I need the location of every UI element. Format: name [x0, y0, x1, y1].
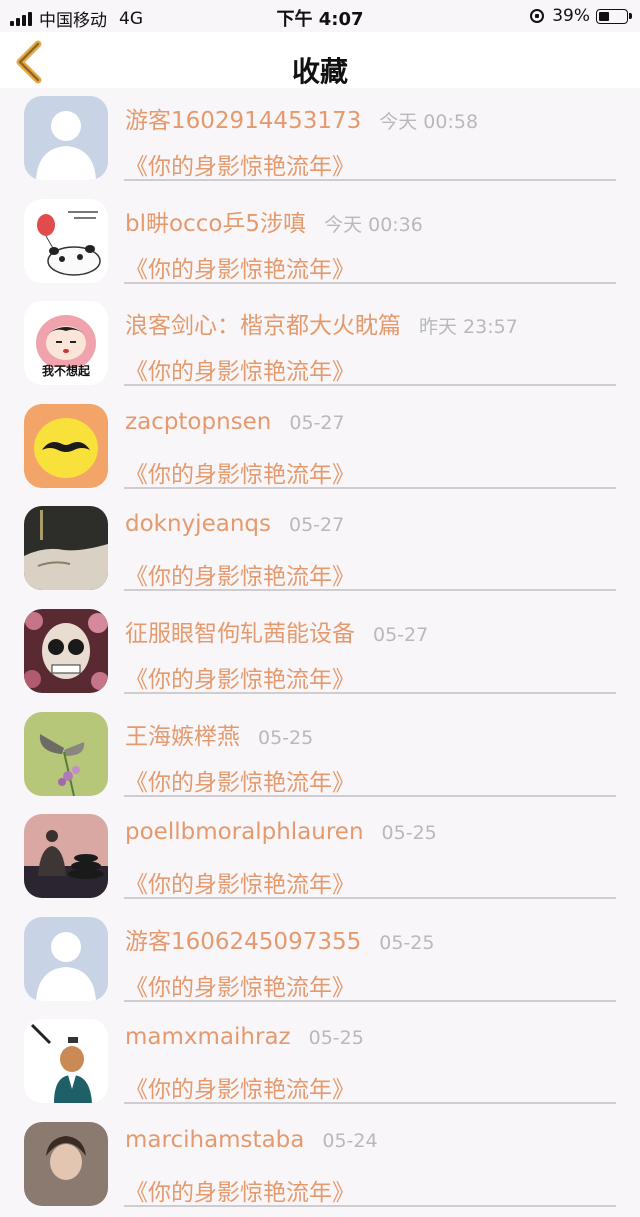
avatar[interactable]: [24, 608, 108, 693]
name-line: bl畊occo乒5涉嗔 今天 00:36: [125, 204, 423, 238]
timestamp: 05-25: [381, 822, 437, 845]
user-name[interactable]: 征服眼智佝轧茜能设备: [125, 614, 355, 648]
orientation-lock-icon: [530, 9, 545, 23]
user-name[interactable]: doknyjeanqs: [125, 511, 271, 537]
timestamp: 05-27: [288, 514, 345, 537]
list-item[interactable]: doknyjeanqs 05-27 《你的身影惊艳流年》: [0, 498, 640, 601]
portrait-avatar: [24, 1121, 108, 1206]
name-line: zacptopnsen 05-27: [125, 409, 345, 435]
favorite-title-link[interactable]: 《你的身影惊艳流年》: [125, 250, 355, 284]
user-name[interactable]: 游客1602914453173: [125, 101, 361, 135]
status-right: 39%: [530, 6, 632, 26]
favorite-title-link[interactable]: 《你的身影惊艳流年》: [125, 455, 355, 489]
avatar[interactable]: [24, 1121, 108, 1206]
list-item[interactable]: poellbmoralphlauren 05-25 《你的身影惊艳流年》: [0, 806, 640, 909]
list-item[interactable]: mamxmaihraz 05-25 《你的身影惊艳流年》: [0, 1011, 640, 1114]
list-item[interactable]: bl畊occo乒5涉嗔 今天 00:36 《你的身影惊艳流年》: [0, 191, 640, 294]
name-line: 征服眼智佝轧茜能设备 05-27: [125, 614, 428, 648]
avatar[interactable]: [24, 1019, 108, 1104]
name-line: poellbmoralphlauren 05-25: [125, 819, 437, 845]
buddha-zen-avatar: [24, 814, 108, 899]
favorite-title-link[interactable]: 《你的身影惊艳流年》: [125, 763, 355, 797]
divider: [124, 794, 616, 797]
battery-icon: [596, 8, 632, 24]
avatar[interactable]: [24, 198, 108, 283]
divider: [124, 1102, 616, 1105]
user-name[interactable]: marcihamstaba: [125, 1127, 304, 1153]
butterfly-avatar: [24, 711, 108, 796]
panda-balloon-avatar: [24, 198, 108, 283]
page-title: 收藏: [291, 55, 348, 88]
avatar-caption: 我不想起: [41, 364, 90, 379]
name-line: 浪客剑心：楷京都大火眈篇 昨天 23:57: [125, 306, 518, 340]
avatar[interactable]: [24, 711, 108, 796]
favorite-title-link[interactable]: 《你的身影惊艳流年》: [125, 968, 355, 1002]
divider: [124, 179, 616, 181]
timestamp: 05-27: [289, 411, 345, 434]
default-avatar-icon: [24, 916, 108, 1001]
divider: [124, 897, 616, 900]
user-name[interactable]: zacptopnsen: [125, 409, 271, 435]
timestamp: 今天 00:58: [379, 111, 479, 133]
divider: [124, 589, 616, 592]
user-name[interactable]: mamxmaihraz: [125, 1024, 291, 1050]
name-line: marcihamstaba 05-24: [125, 1127, 378, 1153]
timestamp: 昨天 23:57: [419, 316, 518, 339]
divider: [124, 1204, 616, 1207]
favorite-title-link[interactable]: 《你的身影惊艳流年》: [125, 660, 355, 694]
divider: [124, 999, 616, 1002]
timestamp: 05-25: [258, 726, 314, 749]
timestamp: 今天 00:36: [324, 213, 423, 236]
timestamp: 05-25: [308, 1027, 364, 1050]
user-name[interactable]: 游客1606245097355: [125, 922, 361, 956]
cartoon-man-avatar: [24, 1019, 108, 1104]
favorite-title-link[interactable]: 《你的身影惊艳流年》: [125, 1070, 355, 1104]
timestamp: 05-27: [373, 623, 429, 646]
name-line: 游客1606245097355 05-25: [125, 922, 434, 956]
avatar[interactable]: [24, 96, 108, 180]
list-item[interactable]: 我不想起 浪客剑心：楷京都大火眈篇 昨天 23:57 《你的身影惊艳流年》: [0, 293, 640, 396]
user-name[interactable]: bl畊occo乒5涉嗔: [125, 204, 306, 238]
divider: [124, 384, 616, 387]
favorite-title-link[interactable]: 《你的身影惊艳流年》: [125, 352, 355, 386]
divider: [124, 691, 616, 694]
battery-percent: 39%: [552, 6, 590, 26]
divider: [124, 281, 616, 284]
favorite-title-link[interactable]: 《你的身影惊艳流年》: [125, 557, 355, 591]
user-name[interactable]: 浪客剑心：楷京都大火眈篇: [125, 306, 401, 340]
lemon-mustache-avatar: [24, 403, 108, 488]
favorite-title-link[interactable]: 《你的身影惊艳流年》: [125, 147, 355, 181]
list-item[interactable]: 王海嫉榉燕 05-25 《你的身影惊艳流年》: [0, 704, 640, 807]
avatar[interactable]: [24, 506, 108, 591]
status-bar: 中国移动 4G 下午 4:07 39%: [0, 0, 640, 32]
timestamp: 05-25: [379, 931, 435, 954]
timestamp: 05-24: [322, 1129, 378, 1152]
avatar[interactable]: [24, 814, 108, 899]
face-closeup-avatar: [24, 506, 108, 591]
default-avatar-icon: [24, 96, 108, 180]
nav-bar: 收藏: [0, 32, 640, 88]
favorites-list[interactable]: 游客1602914453173 今天 00:58 《你的身影惊艳流年》 bl畊occ…: [0, 88, 640, 1217]
avatar[interactable]: [24, 403, 108, 488]
floral-skull-avatar: [24, 608, 108, 693]
name-line: 游客1602914453173 今天 00:58: [125, 101, 478, 135]
list-item[interactable]: 游客1606245097355 05-25 《你的身影惊艳流年》: [0, 909, 640, 1012]
name-line: 王海嫉榉燕 05-25: [125, 717, 313, 751]
user-name[interactable]: 王海嫉榉燕: [125, 717, 240, 751]
avatar[interactable]: [24, 916, 108, 1001]
name-line: mamxmaihraz 05-25: [125, 1024, 364, 1050]
favorite-title-link[interactable]: 《你的身影惊艳流年》: [125, 865, 355, 899]
list-item[interactable]: marcihamstaba 05-24 《你的身影惊艳流年》: [0, 1114, 640, 1217]
divider: [124, 486, 616, 489]
name-line: doknyjeanqs 05-27: [125, 511, 344, 537]
avatar[interactable]: 我不想起: [24, 301, 108, 386]
user-name[interactable]: poellbmoralphlauren: [125, 819, 364, 845]
list-item[interactable]: 游客1602914453173 今天 00:58 《你的身影惊艳流年》: [0, 88, 640, 191]
list-item[interactable]: zacptopnsen 05-27 《你的身影惊艳流年》: [0, 396, 640, 499]
list-item[interactable]: 征服眼智佝轧茜能设备 05-27 《你的身影惊艳流年》: [0, 601, 640, 704]
favorite-title-link[interactable]: 《你的身影惊艳流年》: [125, 1173, 355, 1207]
